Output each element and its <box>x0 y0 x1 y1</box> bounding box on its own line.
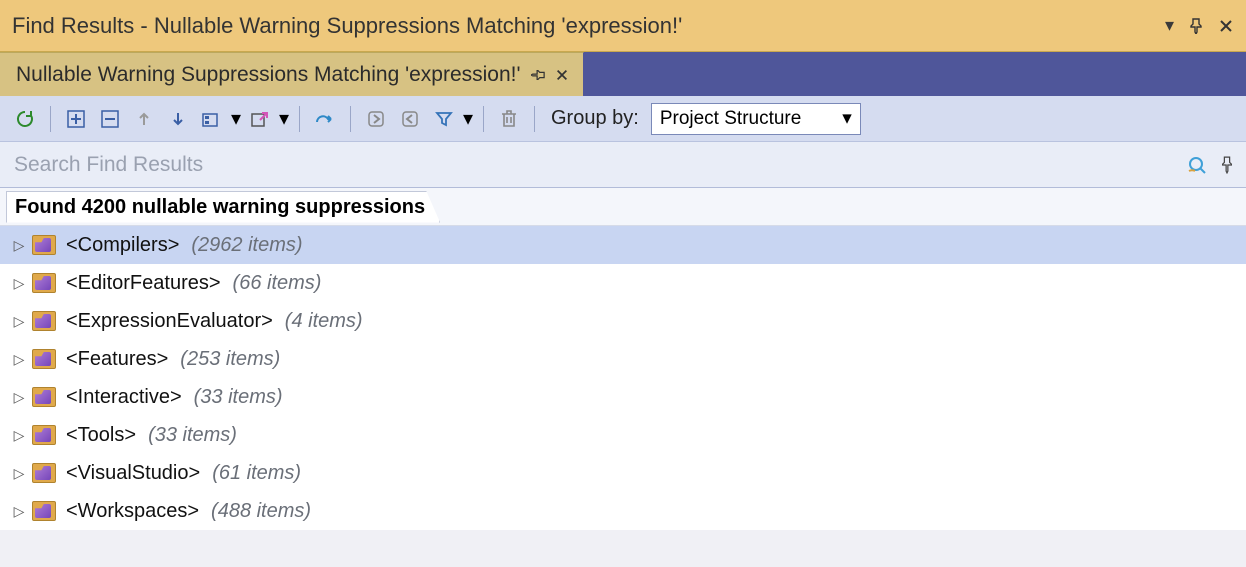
refresh-button[interactable] <box>10 104 40 134</box>
tree-item-count: (488 items) <box>211 500 311 523</box>
solution-folder-icon <box>32 235 56 255</box>
close-tab-icon[interactable] <box>555 68 569 82</box>
export-button[interactable] <box>245 104 275 134</box>
remove-suppression-button[interactable] <box>494 104 524 134</box>
solution-folder-icon <box>32 501 56 521</box>
prev-result-button[interactable] <box>129 104 159 134</box>
redo-search-button[interactable] <box>310 104 340 134</box>
tree-item[interactable]: ▷ <ExpressionEvaluator> (4 items) <box>0 302 1246 340</box>
tree-item-count: (61 items) <box>212 462 301 485</box>
keep-open-pin-icon[interactable] <box>531 68 545 82</box>
next-result-button[interactable] <box>163 104 193 134</box>
toolbar: ▾ ▾ ▾ Group by: Project Structure ▾ <box>0 96 1246 142</box>
tree-item-count: (2962 items) <box>191 234 302 257</box>
tab-controls <box>531 68 569 82</box>
results-tree: ▷ <Compilers> (2962 items) ▷ <EditorFeatures… <box>0 226 1246 530</box>
tree-item-count: (4 items) <box>285 310 363 333</box>
nav-forward-button[interactable] <box>361 104 391 134</box>
solution-folder-icon <box>32 311 56 331</box>
expander-icon[interactable]: ▷ <box>12 427 26 444</box>
keep-results-pin-icon[interactable] <box>1220 156 1234 174</box>
summary-row: Found 4200 nullable warning suppressions <box>0 188 1246 226</box>
tree-item[interactable]: ▷ <Features> (253 items) <box>0 340 1246 378</box>
chevron-down-icon: ▾ <box>842 107 852 130</box>
summary-text: Found 4200 nullable warning suppressions <box>6 191 440 223</box>
close-icon[interactable] <box>1218 18 1234 34</box>
show-options-dropdown[interactable]: ▾ <box>231 106 241 131</box>
filter-button[interactable] <box>429 104 459 134</box>
tree-item-name: <Compilers> <box>66 234 179 257</box>
window-title: Find Results - Nullable Warning Suppress… <box>12 13 1165 39</box>
expander-icon[interactable]: ▷ <box>12 503 26 520</box>
collapse-all-button[interactable] <box>95 104 125 134</box>
tab-active[interactable]: Nullable Warning Suppressions Matching '… <box>0 52 584 96</box>
solution-folder-icon <box>32 387 56 407</box>
toolbar-separator <box>50 106 51 132</box>
solution-folder-icon <box>32 273 56 293</box>
tree-item[interactable]: ▷ <Compilers> (2962 items) <box>0 226 1246 264</box>
toolbar-separator <box>534 106 535 132</box>
tree-item[interactable]: ▷ <Tools> (33 items) <box>0 416 1246 454</box>
tree-item-name: <EditorFeatures> <box>66 272 221 295</box>
group-by-select[interactable]: Project Structure ▾ <box>651 103 861 135</box>
expander-icon[interactable]: ▷ <box>12 465 26 482</box>
tree-item-name: <VisualStudio> <box>66 462 200 485</box>
solution-folder-icon <box>32 463 56 483</box>
tree-item[interactable]: ▷ <EditorFeatures> (66 items) <box>0 264 1246 302</box>
tree-item[interactable]: ▷ <Workspaces> (488 items) <box>0 492 1246 530</box>
toolbar-separator <box>483 106 484 132</box>
group-by-label: Group by: <box>551 107 639 130</box>
tree-item-count: (253 items) <box>180 348 280 371</box>
tree-item-name: <Features> <box>66 348 168 371</box>
toolbar-separator <box>299 106 300 132</box>
tree-item-name: <ExpressionEvaluator> <box>66 310 273 333</box>
tree-item[interactable]: ▷ <VisualStudio> (61 items) <box>0 454 1246 492</box>
autohide-pin-icon[interactable] <box>1188 18 1204 34</box>
tab-strip: Nullable Warning Suppressions Matching '… <box>0 52 1246 96</box>
title-bar: Find Results - Nullable Warning Suppress… <box>0 0 1246 52</box>
show-options-button[interactable] <box>197 104 227 134</box>
search-tools <box>1186 154 1246 176</box>
expander-icon[interactable]: ▷ <box>12 313 26 330</box>
solution-folder-icon <box>32 425 56 445</box>
tree-item-count: (66 items) <box>233 272 322 295</box>
search-row <box>0 142 1246 188</box>
expander-icon[interactable]: ▷ <box>12 275 26 292</box>
tree-item-count: (33 items) <box>148 424 237 447</box>
tree-item-count: (33 items) <box>194 386 283 409</box>
tree-item-name: <Interactive> <box>66 386 182 409</box>
group-by-value: Project Structure <box>660 108 802 130</box>
tree-item[interactable]: ▷ <Interactive> (33 items) <box>0 378 1246 416</box>
toolbar-separator <box>350 106 351 132</box>
export-dropdown[interactable]: ▾ <box>279 106 289 131</box>
solution-folder-icon <box>32 349 56 369</box>
expander-icon[interactable]: ▷ <box>12 237 26 254</box>
window-controls: ▾ <box>1165 15 1234 36</box>
expander-icon[interactable]: ▷ <box>12 389 26 406</box>
search-input[interactable] <box>0 142 1186 187</box>
tree-item-name: <Tools> <box>66 424 136 447</box>
nav-back-button[interactable] <box>395 104 425 134</box>
tab-label: Nullable Warning Suppressions Matching '… <box>16 63 521 87</box>
expand-all-button[interactable] <box>61 104 91 134</box>
search-icon[interactable] <box>1186 154 1210 176</box>
tree-item-name: <Workspaces> <box>66 500 199 523</box>
expander-icon[interactable]: ▷ <box>12 351 26 368</box>
window-pos-menu-icon[interactable]: ▾ <box>1165 15 1174 36</box>
filter-dropdown[interactable]: ▾ <box>463 106 473 131</box>
